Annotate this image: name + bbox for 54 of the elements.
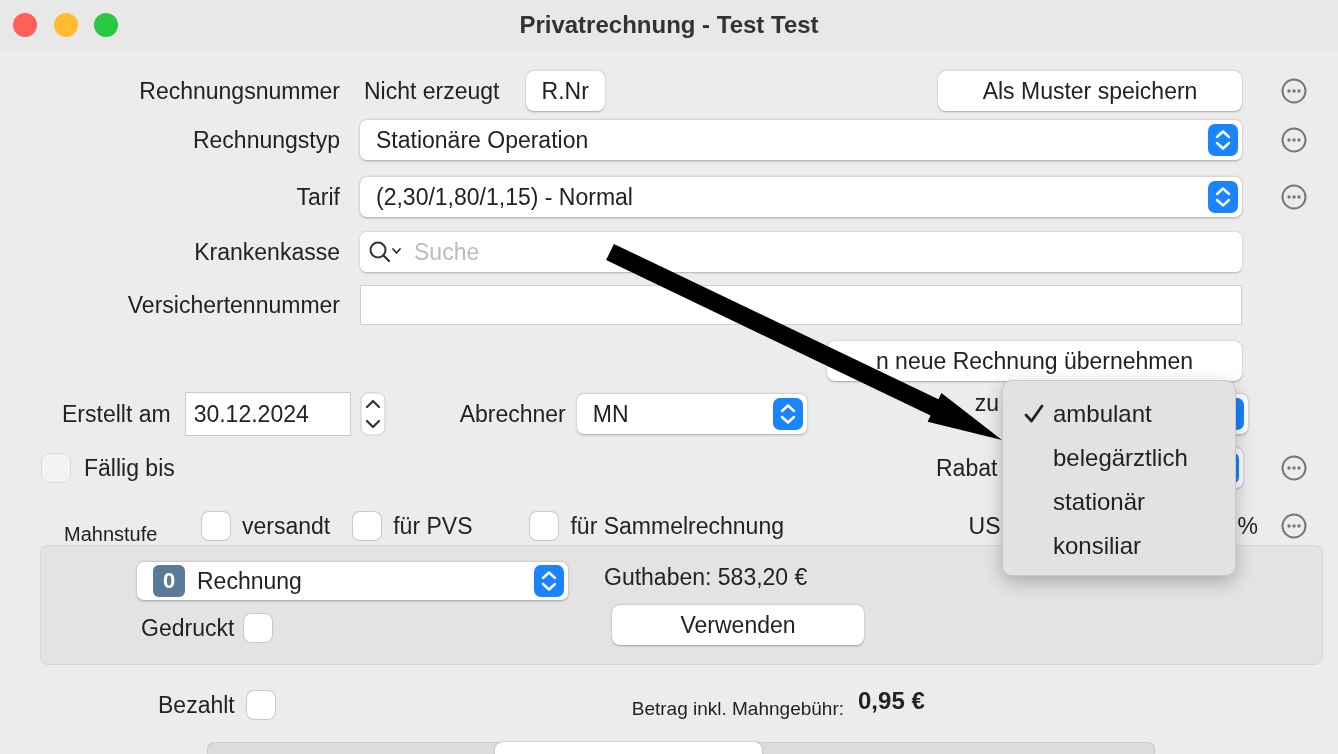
checkbox[interactable] — [244, 614, 273, 642]
checkbox-label: für Sammelrechnung — [570, 512, 784, 540]
more-icon[interactable] — [1281, 513, 1307, 539]
biller-label: Abrechner — [459, 400, 566, 428]
checkbox[interactable] — [530, 512, 559, 540]
checkbox[interactable] — [202, 512, 230, 540]
input-field[interactable] — [360, 285, 1242, 325]
dunning-label: Mahnstufe — [64, 522, 159, 546]
use-button[interactable]: Verwenden — [612, 605, 864, 645]
checkbox[interactable] — [246, 691, 275, 719]
number-button[interactable]: R.Nr — [525, 71, 605, 111]
search-field[interactable]: Suche — [360, 232, 1242, 272]
field-label: Rechnungstyp — [191, 126, 340, 154]
percent-sign: % — [1237, 512, 1258, 540]
date-field[interactable]: 30.12.2024 — [184, 392, 351, 436]
zoom-button[interactable] — [94, 13, 118, 37]
created-label: Erstellt am — [62, 400, 171, 428]
checkbox-label: für PVS — [393, 512, 473, 540]
credit-text: Guthaben: 583,20 € — [604, 564, 809, 591]
deduction-label: zu — [974, 389, 1001, 417]
due-label: Fällig bis — [84, 454, 175, 482]
checkbox[interactable] — [353, 512, 382, 540]
field-label: Rechnungsnummer — [138, 77, 340, 105]
close-button[interactable] — [13, 13, 37, 37]
invoice-number-value: Nicht erzeugt — [364, 77, 500, 105]
paid-label: Bezahlt — [158, 691, 235, 719]
more-icon[interactable] — [1281, 127, 1307, 153]
number-badge: 0 — [153, 565, 185, 597]
more-icon[interactable] — [1281, 78, 1307, 104]
popup-button[interactable]: (2,30/1,80/1,15) - Normal — [360, 177, 1242, 217]
menu-item[interactable]: ambulant — [1003, 392, 1235, 436]
checkbox-label: versandt — [242, 512, 331, 540]
amount-value: 0,95 € — [858, 687, 925, 715]
search-icon — [368, 239, 404, 265]
window-title: Privatrechnung - Test Test — [518, 11, 820, 39]
more-icon[interactable] — [1281, 455, 1307, 481]
menu-item[interactable]: konsiliar — [1003, 524, 1235, 568]
menu-item[interactable]: belegärztlich — [1003, 436, 1235, 480]
popup-button[interactable]: 0 Rechnung — [137, 562, 568, 600]
field-label: Versichertennummer — [126, 291, 340, 319]
stepper-icon[interactable] — [359, 392, 386, 436]
amount-label: Betrag inkl. Mahngebühr: — [631, 698, 844, 720]
vat-label: US — [968, 512, 1002, 540]
menu-item[interactable]: stationär — [1003, 480, 1235, 524]
field-label: Tarif — [295, 183, 340, 211]
field-label: Krankenkasse — [193, 238, 340, 266]
more-icon[interactable] — [1281, 184, 1307, 210]
popup-button[interactable]: MN — [576, 394, 807, 434]
apply-button[interactable]: n neue Rechnung übernehmen — [827, 341, 1242, 381]
discount-label: Rabat — [936, 454, 996, 482]
printed-label: Gedruckt — [141, 614, 235, 642]
minimize-button[interactable] — [54, 13, 78, 37]
save-template-button[interactable]: Als Muster speichern — [938, 71, 1242, 111]
popup-button[interactable]: Stationäre Operation — [360, 120, 1242, 160]
